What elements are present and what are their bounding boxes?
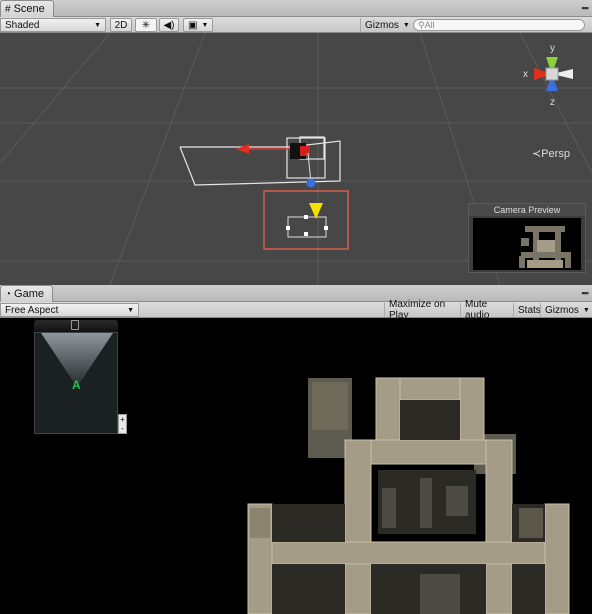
map-thumbnail xyxy=(519,226,571,268)
cone-icon xyxy=(309,203,323,219)
chevron-down-icon: ▼ xyxy=(127,306,134,314)
axis-y-label: y xyxy=(550,43,555,54)
level-map xyxy=(247,377,570,614)
chevron-down-icon: ▼ xyxy=(402,21,410,29)
search-icon: ⚲ xyxy=(418,19,425,30)
tab-scene-label: Scene xyxy=(13,3,45,15)
image-icon: ▣ xyxy=(188,19,198,31)
aspect-dropdown[interactable]: Free Aspect ▼ xyxy=(0,303,139,317)
stats-label: Stats xyxy=(518,304,541,316)
scene-gizmos-dropdown[interactable]: Gizmos ▼ xyxy=(360,18,410,32)
game-toolbar: Free Aspect ▼ Maximize on Play Mute audi… xyxy=(0,299,592,321)
effects-dropdown[interactable]: ▣ ▼ xyxy=(183,18,213,32)
back-arrow-icon: ≺ xyxy=(532,148,542,160)
shading-mode-value: Shaded xyxy=(5,19,40,31)
game-gizmos-label: Gizmos xyxy=(545,304,579,316)
persp-label: Persp xyxy=(541,148,570,160)
scene-tabbar: # Scene ▪▪▪ xyxy=(0,0,592,17)
center-cube-icon[interactable] xyxy=(545,67,559,81)
toggle-2d-button[interactable]: 2D xyxy=(110,18,132,32)
search-placeholder: All xyxy=(424,20,435,30)
panel-menu-icon[interactable]: ▪▪▪ xyxy=(581,3,589,13)
shading-mode-dropdown[interactable]: Shaded ▼ xyxy=(0,18,106,32)
stats-toggle[interactable]: Stats xyxy=(513,303,541,317)
tab-game-label: Game xyxy=(14,288,45,300)
sun-icon: ✳ xyxy=(141,19,151,31)
tab-scene[interactable]: # Scene xyxy=(0,0,54,17)
grid-icon: # xyxy=(5,3,11,15)
axis-x-label: x xyxy=(523,69,528,80)
pacman-icon: ◔ xyxy=(5,288,12,300)
chevron-down-icon: ▼ xyxy=(582,306,590,314)
projection-toggle[interactable]: ≺Persp xyxy=(532,147,570,160)
panel-menu-icon[interactable]: ▪▪▪ xyxy=(581,288,589,298)
game-gizmos-dropdown[interactable]: Gizmos ▼ xyxy=(540,303,592,317)
maximize-on-play-toggle[interactable]: Maximize on Play xyxy=(384,299,460,321)
search-input[interactable]: ⚲ All xyxy=(413,19,585,31)
lighting-toggle-button[interactable]: ✳ xyxy=(135,18,157,32)
aspect-value: Free Aspect xyxy=(5,304,59,316)
z-handle-icon[interactable] xyxy=(306,178,316,188)
orientation-gizmo[interactable]: y x z xyxy=(517,39,587,119)
tab-game[interactable]: ◔ Game xyxy=(0,285,54,302)
scene-toolbar: Shaded ▼ 2D ✳ ◀) ▣ ▼ Gizmos ▼ ⚲ All xyxy=(0,17,592,33)
chevron-down-icon: ▼ xyxy=(94,21,101,29)
scene-gizmos-label: Gizmos xyxy=(365,19,399,31)
x-arrow-icon[interactable] xyxy=(236,144,249,154)
mute-audio-toggle[interactable]: Mute audio xyxy=(460,299,513,321)
axis-z-label: z xyxy=(550,97,555,108)
speaker-icon: ◀) xyxy=(163,19,175,31)
camera-preview: Camera Preview xyxy=(468,203,586,273)
camera-preview-image xyxy=(473,218,581,270)
toggle-2d-label: 2D xyxy=(114,19,128,31)
camera-preview-title: Camera Preview xyxy=(469,204,585,216)
game-viewport[interactable]: A + - xyxy=(0,318,592,614)
chevron-down-icon: ▼ xyxy=(201,21,209,29)
audio-toggle-button[interactable]: ◀) xyxy=(159,18,179,32)
scene-viewport[interactable]: y x z ≺Persp Camera Preview xyxy=(0,33,592,285)
